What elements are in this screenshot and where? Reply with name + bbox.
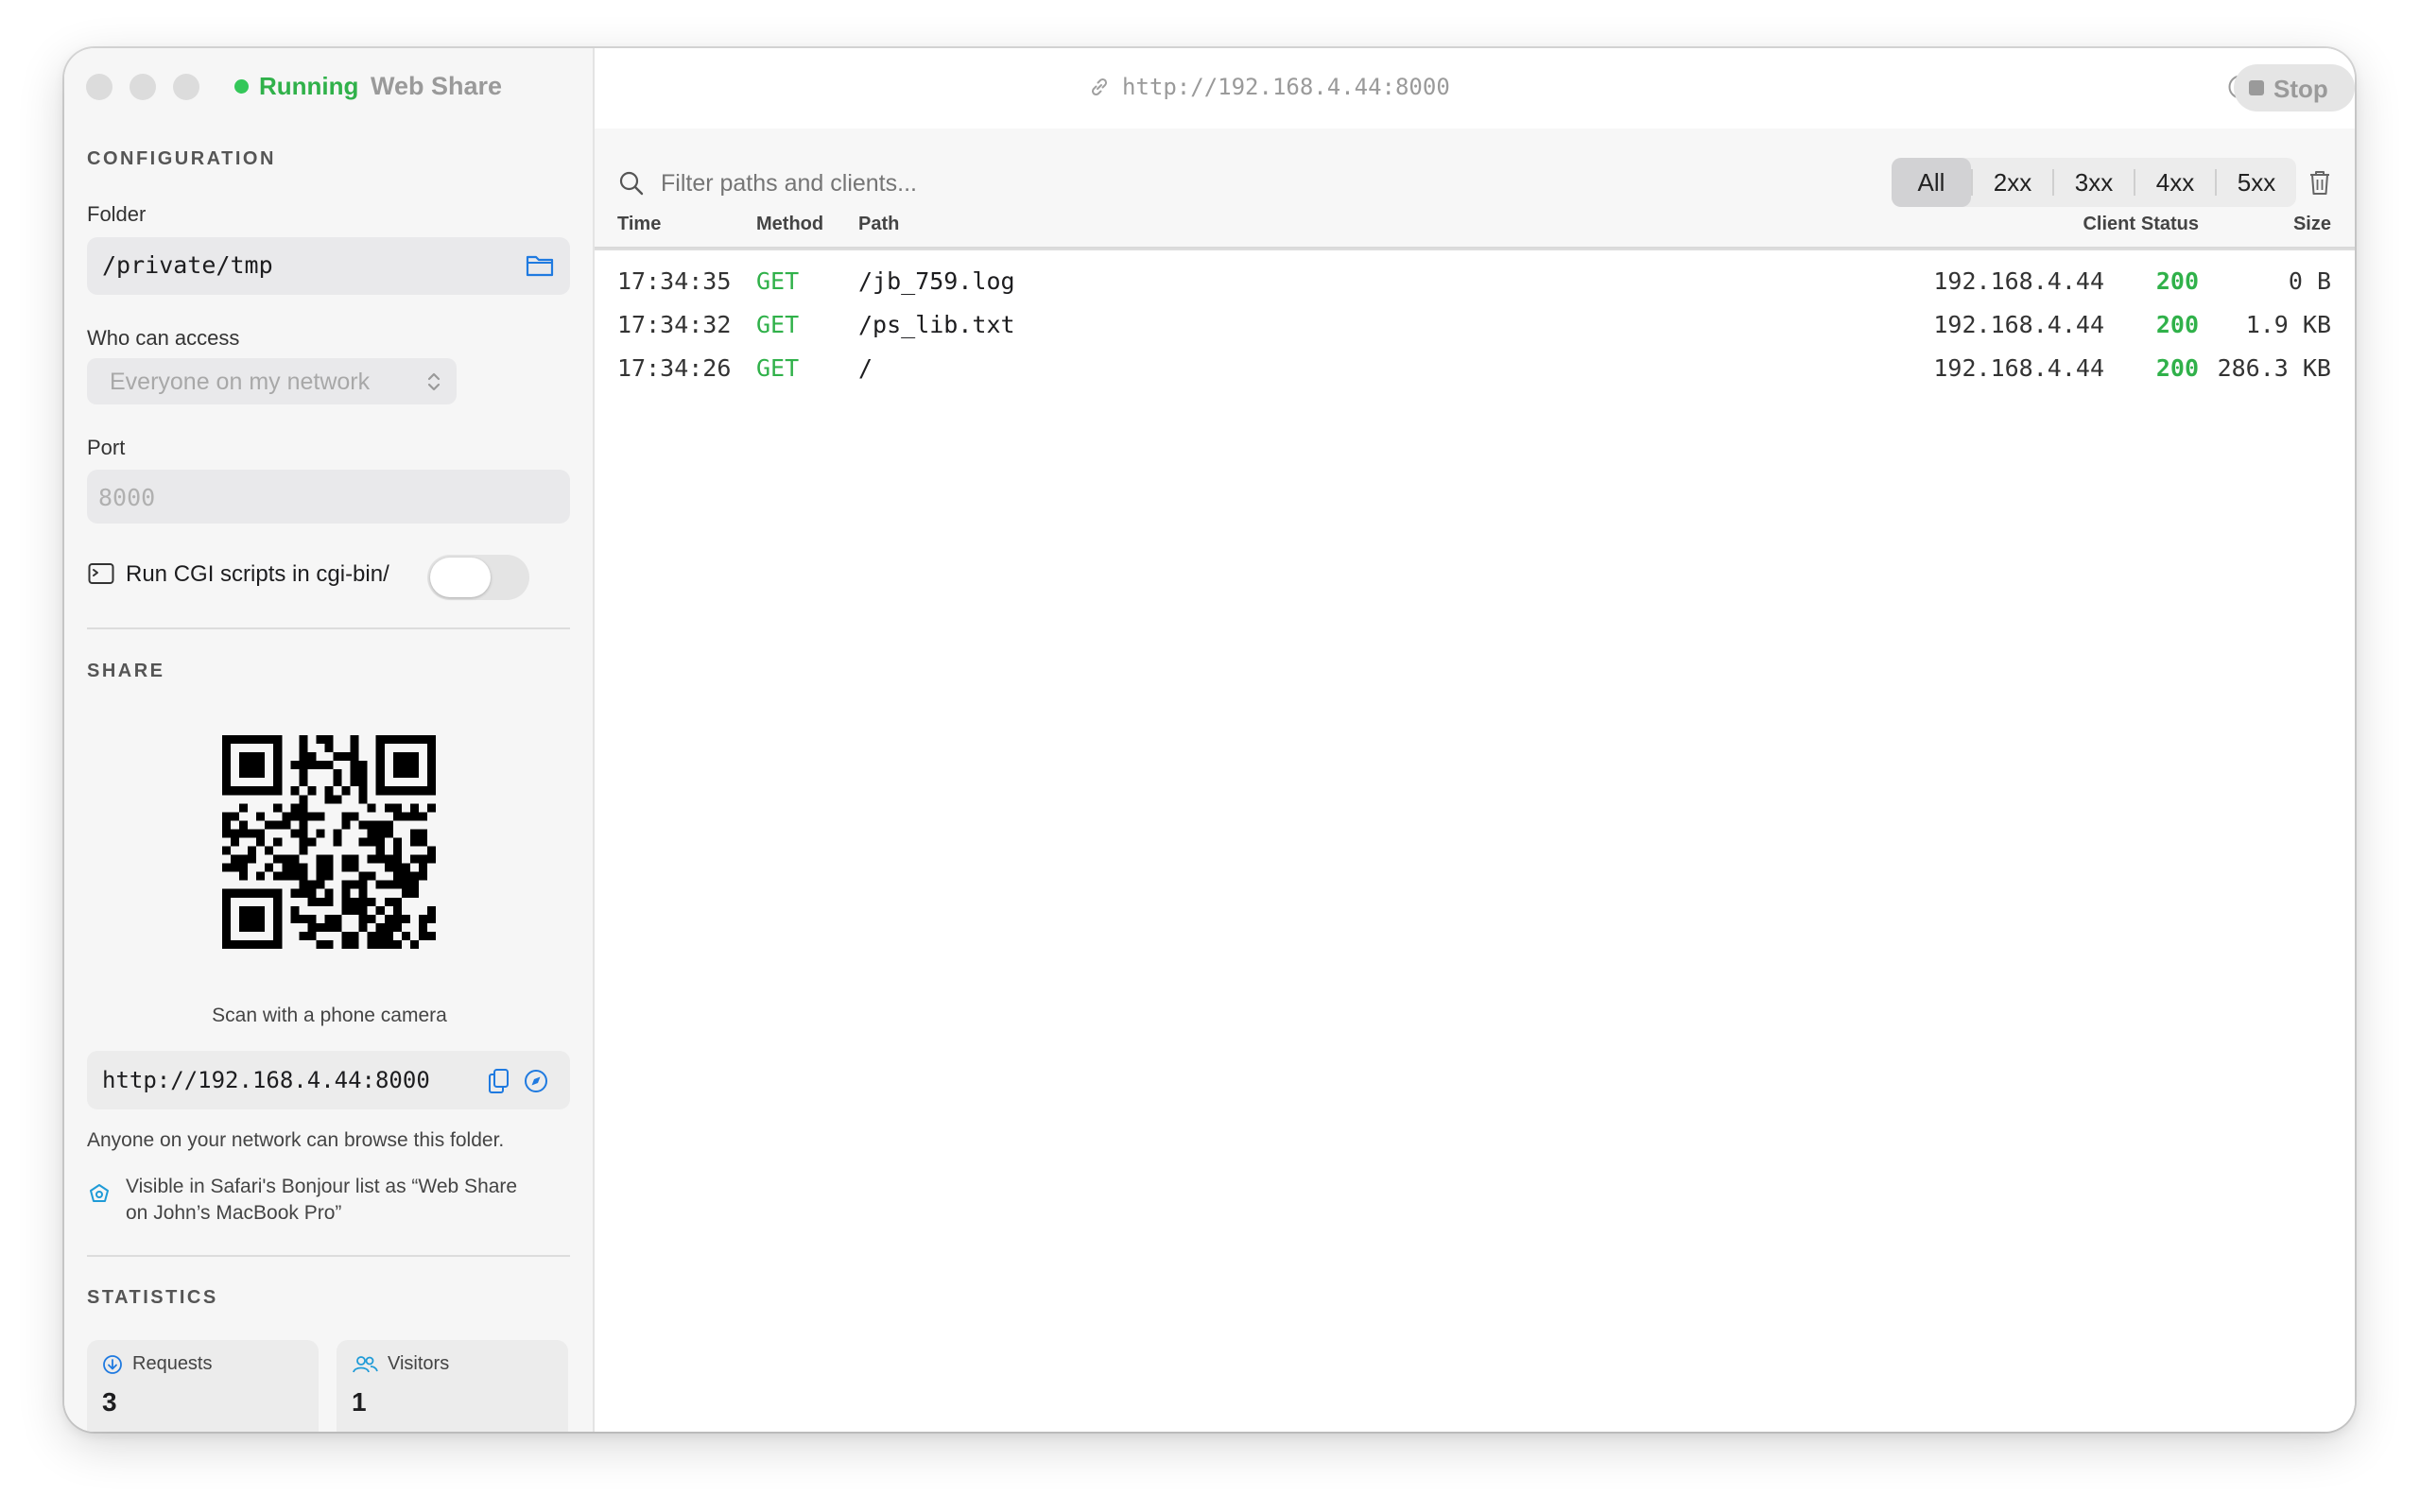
qr-caption: Scan with a phone camera (212, 1005, 447, 1026)
access-selected-value: Everyone on my network (110, 369, 371, 395)
requests-card: Requests 3 (87, 1340, 319, 1432)
statistics-heading: STATISTICS (87, 1287, 218, 1308)
qr-code (222, 735, 436, 949)
cell-path: /jb_759.log (858, 267, 1015, 295)
share-heading: SHARE (87, 661, 165, 681)
column-header-client[interactable]: Client (2083, 214, 2135, 235)
cell-method: GET (756, 354, 800, 382)
requests-label: Requests (132, 1353, 213, 1374)
column-header-method[interactable]: Method (756, 214, 823, 235)
port-input[interactable]: 8000 (87, 470, 570, 524)
cell-size: 0 B (2288, 267, 2331, 295)
toolbar-url[interactable]: http://192.168.4.44:8000 (1122, 74, 1450, 100)
bonjour-icon (87, 1182, 112, 1211)
folder-field[interactable]: /private/tmp (87, 237, 570, 295)
link-icon (1088, 76, 1111, 103)
server-status: Running (259, 72, 359, 100)
visitors-label: Visitors (388, 1353, 450, 1374)
cell-method: GET (756, 311, 800, 338)
close-window-button[interactable] (86, 74, 112, 100)
cell-size: 286.3 KB (2217, 354, 2331, 382)
filter-2xx[interactable]: 2xx (1973, 158, 2052, 207)
visitors-value: 1 (352, 1387, 367, 1417)
sidebar-divider (87, 1255, 570, 1257)
share-url-box: http://192.168.4.44:8000 (87, 1051, 570, 1109)
cell-time: 17:34:35 (617, 267, 732, 295)
cell-path: /ps_lib.txt (858, 311, 1015, 338)
share-url[interactable]: http://192.168.4.44:8000 (102, 1067, 430, 1093)
cgi-toggle-knob (430, 558, 491, 597)
status-filter: All 2xx 3xx 4xx 5xx (1892, 158, 2296, 207)
access-label: Who can access (87, 326, 240, 350)
column-header-status[interactable]: Status (2141, 214, 2199, 235)
cell-status: 200 (2155, 267, 2199, 295)
filter-5xx[interactable]: 5xx (2217, 158, 2296, 207)
window-title: Web Share (371, 72, 503, 100)
bonjour-note-line1: Visible in Safari's Bonjour list as “Web… (126, 1176, 518, 1197)
filter-all[interactable]: All (1892, 158, 1971, 207)
table-row[interactable]: 17:34:32 GET/ps_lib.txt 192.168.4.44 200 1.9… (595, 303, 2355, 347)
cell-client: 192.168.4.44 (1933, 354, 2104, 382)
cgi-toggle[interactable] (427, 555, 529, 600)
visitors-card: Visitors 1 (337, 1340, 568, 1432)
sidebar: Running Web Share CONFIGURATION Folder /… (64, 48, 595, 1432)
compass-icon[interactable] (524, 1069, 548, 1098)
zoom-window-button[interactable] (173, 74, 199, 100)
table-header-divider (595, 249, 2355, 250)
column-header-time[interactable]: Time (617, 214, 661, 235)
folder-path: /private/tmp (102, 251, 273, 279)
copy-icon[interactable] (487, 1068, 511, 1099)
filter-input[interactable] (659, 162, 1513, 205)
stop-button[interactable]: Stop (2234, 64, 2355, 112)
filter-3xx[interactable]: 3xx (2054, 158, 2134, 207)
column-header-path[interactable]: Path (858, 214, 899, 235)
cgi-label: Run CGI scripts in cgi-bin/ (126, 561, 389, 587)
terminal-icon (88, 562, 114, 590)
port-label: Port (87, 436, 126, 459)
requests-value: 3 (102, 1387, 117, 1417)
requests-icon (102, 1354, 123, 1380)
cell-time: 17:34:26 (617, 354, 732, 382)
select-chevron-icon (426, 369, 441, 399)
access-select[interactable]: Everyone on my network (87, 358, 457, 404)
folder-icon[interactable] (526, 253, 554, 278)
app-window: Running Web Share CONFIGURATION Folder /… (64, 48, 2355, 1432)
trash-icon[interactable] (2308, 168, 2332, 201)
sidebar-divider (87, 627, 570, 629)
cell-client: 192.168.4.44 (1933, 311, 2104, 338)
filter-4xx[interactable]: 4xx (2135, 158, 2215, 207)
table-row[interactable]: 17:34:26 GET / 192.168.4.44 200 286.3 KB (595, 347, 2355, 390)
cell-path: / (858, 354, 873, 382)
search-icon (618, 170, 645, 201)
port-placeholder: 8000 (98, 484, 156, 511)
main-panel: http://192.168.4.44:8000 Stop All 2xx 3x… (595, 48, 2355, 1432)
column-header-size[interactable]: Size (2293, 214, 2331, 235)
cell-status: 200 (2155, 311, 2199, 338)
network-note: Anyone on your network can browse this f… (87, 1129, 505, 1151)
cell-status: 200 (2155, 354, 2199, 382)
cell-method: GET (756, 267, 800, 295)
cell-size: 1.9 KB (2245, 311, 2331, 338)
stop-icon (2249, 80, 2264, 95)
stop-label: Stop (2273, 75, 2328, 103)
cell-time: 17:34:32 (617, 311, 732, 338)
bonjour-note: Visible in Safari's Bonjour list as “Web… (126, 1174, 517, 1227)
cell-client: 192.168.4.44 (1933, 267, 2104, 295)
people-icon (352, 1354, 378, 1380)
table-row[interactable]: 17:34:35 GET/jb_759.log 192.168.4.44 200 0 B (595, 260, 2355, 303)
configuration-heading: CONFIGURATION (87, 148, 276, 169)
status-indicator (234, 79, 249, 94)
bonjour-note-line2: on John’s MacBook Pro” (126, 1202, 342, 1224)
minimize-window-button[interactable] (130, 74, 156, 100)
folder-label: Folder (87, 202, 147, 226)
